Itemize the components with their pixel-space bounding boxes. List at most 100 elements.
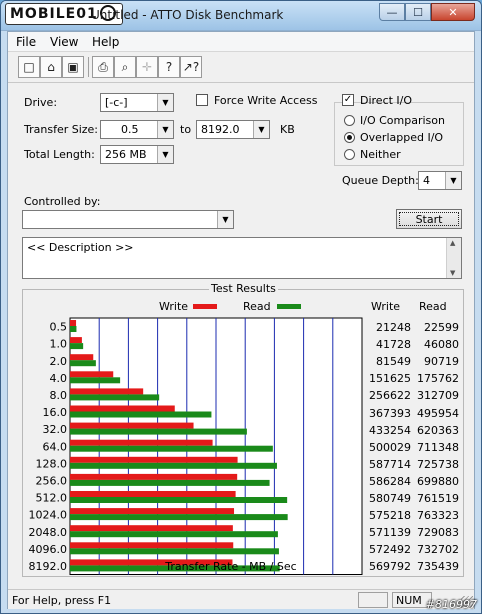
- total-length-select[interactable]: 256 MB ▼: [100, 145, 174, 164]
- read-value: 90719: [424, 355, 459, 369]
- read-value: 763323: [417, 509, 459, 523]
- controlled-by-select[interactable]: ▼: [22, 210, 234, 229]
- drive-label: Drive:: [24, 96, 58, 109]
- bar-read: [70, 428, 247, 435]
- read-value: 495954: [417, 406, 459, 420]
- neither-radio[interactable]: [344, 149, 355, 160]
- bar-write: [70, 473, 238, 480]
- kb-label: KB: [280, 123, 295, 136]
- write-value: 587714: [369, 457, 411, 471]
- title-bar[interactable]: MOBILE01 Untitled - ATTO Disk Benchmark …: [1, 1, 481, 31]
- io-comparison-radio[interactable]: [344, 115, 355, 126]
- neither-label: Neither: [360, 148, 401, 161]
- y-tick-label: 64.0: [43, 440, 68, 453]
- print-preview-icon[interactable]: ⌕: [114, 56, 136, 78]
- logo-text: MOBILE01: [10, 6, 98, 22]
- direct-io-checkbox[interactable]: ✓: [342, 94, 354, 106]
- chevron-down-icon[interactable]: ▼: [445, 172, 461, 189]
- bar-write: [70, 456, 238, 463]
- scroll-up-icon[interactable]: ▲: [450, 239, 455, 247]
- minimize-button[interactable]: —: [379, 3, 405, 21]
- direct-io-label: Direct I/O: [360, 94, 413, 107]
- status-bar: For Help, press F1 NUM: [8, 589, 474, 609]
- move-icon[interactable]: ✛: [136, 56, 158, 78]
- transfer-size-label: Transfer Size:: [24, 123, 99, 136]
- read-value: 22599: [424, 321, 459, 334]
- start-button[interactable]: Start: [396, 209, 462, 229]
- window-title: Untitled - ATTO Disk Benchmark: [91, 8, 284, 22]
- bar-read: [70, 462, 277, 469]
- print-icon[interactable]: ⎙: [92, 56, 114, 78]
- toolbar-separator: [88, 57, 89, 77]
- chevron-down-icon[interactable]: ▼: [253, 121, 269, 138]
- write-value: 41728: [376, 338, 411, 352]
- watermark-text: #816997: [425, 598, 477, 611]
- app-window: MOBILE01 Untitled - ATTO Disk Benchmark …: [0, 0, 482, 614]
- bar-write: [70, 422, 194, 429]
- queue-depth-select[interactable]: 4 ▼: [418, 171, 462, 190]
- chevron-down-icon[interactable]: ▼: [157, 121, 173, 138]
- io-comparison-label: I/O Comparison: [360, 114, 445, 127]
- drive-select[interactable]: [-c-] ▼: [100, 93, 174, 112]
- read-value: 761519: [417, 492, 459, 505]
- close-button[interactable]: ✕: [431, 3, 475, 21]
- toolbar: □ ⌂ ▣ ⎙ ⌕ ✛ ? ↗?: [8, 53, 474, 83]
- chevron-down-icon[interactable]: ▼: [217, 211, 233, 228]
- context-help-icon[interactable]: ↗?: [180, 56, 202, 78]
- controlled-by-label: Controlled by:: [24, 195, 101, 208]
- transfer-size-from-select[interactable]: 0.5 ▼: [100, 120, 174, 139]
- new-file-icon[interactable]: □: [18, 56, 40, 78]
- y-tick-label: 256.0: [36, 474, 68, 487]
- overlapped-io-radio[interactable]: [344, 132, 355, 143]
- bar-write: [70, 337, 82, 344]
- y-tick-label: 2.0: [50, 355, 68, 368]
- bar-write: [70, 491, 236, 497]
- bar-read: [70, 326, 77, 332]
- y-tick-label: 32.0: [43, 423, 68, 436]
- bar-read: [70, 479, 270, 486]
- read-value: 711348: [417, 440, 459, 454]
- chevron-down-icon[interactable]: ▼: [157, 146, 173, 163]
- help-icon[interactable]: ?: [158, 56, 180, 78]
- open-folder-icon[interactable]: ⌂: [40, 56, 62, 78]
- transfer-size-to-value: 8192.0: [201, 123, 240, 136]
- bar-read: [70, 531, 278, 538]
- write-value: 367393: [369, 406, 411, 420]
- write-value: 569792: [369, 560, 411, 574]
- save-icon[interactable]: ▣: [62, 56, 84, 78]
- read-value: 46080: [424, 338, 459, 352]
- chevron-down-icon[interactable]: ▼: [157, 94, 173, 111]
- read-value: 725738: [417, 457, 459, 471]
- y-tick-label: 4.0: [50, 372, 68, 385]
- x-axis-title: Transfer Rate - MB / Sec: [165, 560, 297, 573]
- bar-write: [70, 525, 233, 532]
- to-label: to: [180, 123, 192, 136]
- menu-bar: File View Help: [8, 32, 474, 52]
- bar-read: [70, 377, 121, 384]
- queue-depth-value: 4: [423, 174, 430, 187]
- read-value: 732702: [417, 543, 459, 557]
- force-write-checkbox[interactable]: [196, 94, 208, 106]
- transfer-size-from-value: 0.5: [121, 123, 139, 136]
- bar-write: [70, 508, 235, 515]
- bar-read: [70, 497, 288, 503]
- write-value: 151625: [369, 372, 411, 386]
- y-tick-label: 512.0: [36, 492, 68, 505]
- y-tick-label: 2048.0: [29, 526, 68, 539]
- read-value: 729083: [417, 526, 459, 540]
- bar-read: [70, 343, 84, 350]
- maximize-button[interactable]: ☐: [405, 3, 431, 21]
- scroll-down-icon[interactable]: ▼: [450, 269, 455, 277]
- write-value: 571139: [369, 526, 411, 540]
- transfer-size-to-select[interactable]: 8192.0 ▼: [196, 120, 270, 139]
- menu-file[interactable]: File: [16, 35, 36, 49]
- status-pane-empty: [358, 592, 388, 608]
- menu-view[interactable]: View: [50, 35, 78, 49]
- y-tick-label: 0.5: [50, 321, 68, 334]
- write-value: 580749: [369, 492, 411, 505]
- write-value: 21248: [376, 321, 411, 334]
- description-scrollbar[interactable]: ▲ ▼: [446, 238, 461, 278]
- description-box[interactable]: << Description >> ▲ ▼: [22, 237, 462, 279]
- y-tick-label: 16.0: [43, 406, 68, 419]
- menu-help[interactable]: Help: [92, 35, 119, 49]
